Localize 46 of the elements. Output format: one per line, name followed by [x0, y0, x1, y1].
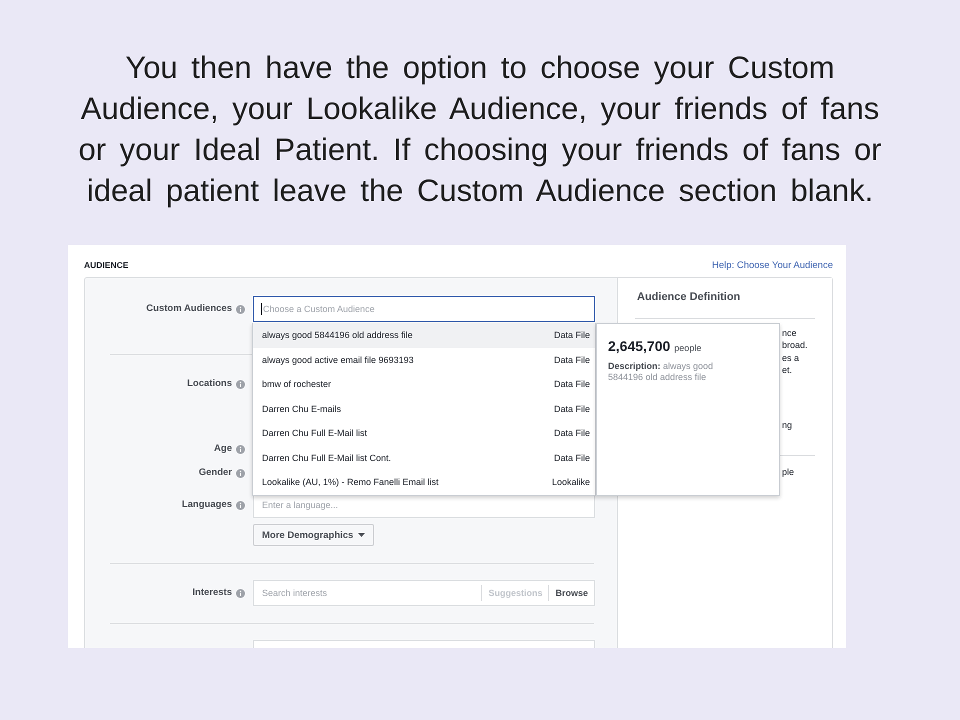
source-type-label: Data File	[554, 428, 590, 438]
field-label: Interests	[192, 586, 232, 600]
info-icon[interactable]	[236, 588, 245, 598]
source-type-label: Data File	[554, 330, 590, 340]
source-type-label: Data File	[554, 354, 590, 365]
source-type-label: Data File	[554, 404, 590, 414]
audience-option[interactable]: always good active email file 9693193 Data File	[253, 348, 595, 372]
source-type-label: Data File	[554, 452, 590, 463]
definition-text: ng	[782, 420, 792, 430]
info-icon[interactable]	[236, 500, 245, 510]
field-label: Locations	[187, 377, 232, 391]
slide-heading: You then have the option to choose your Custom Audience, your Lookalike Audience, your friends of fans or your Ideal Patient. If choosing your friends of fans or ideal patient leave the Custom Audience section blank.	[77, 49, 883, 210]
definition-text: ple	[782, 467, 794, 478]
definition-text: es a	[782, 352, 800, 363]
audience-option[interactable]: Lookalike (AU, 1%) - Remo Fanelli Email list Lookalike	[253, 470, 595, 494]
definition-text: nce	[782, 328, 797, 338]
info-icon[interactable]	[236, 304, 245, 314]
section-title: AUDIENCE	[84, 260, 128, 270]
definition-title: Audience Definition	[637, 291, 740, 303]
info-icon[interactable]	[236, 380, 245, 388]
definition-text: et.	[782, 364, 792, 375]
audience-option[interactable]: Darren Chu Full E-Mail list Data File	[253, 421, 595, 446]
info-icon[interactable]	[236, 468, 245, 478]
field-label: Languages	[182, 498, 232, 512]
interests-field[interactable]: Search interests	[254, 585, 482, 601]
audience-option[interactable]: Darren Chu Full E-Mail list Cont. Data File	[253, 446, 595, 470]
source-type-label: Lookalike	[552, 477, 590, 488]
field-label: Age	[214, 442, 232, 456]
info-icon[interactable]	[236, 444, 245, 454]
field-label: Custom Audiences	[146, 302, 232, 316]
reach-count: 2,645,700	[608, 338, 670, 354]
definition-text: broad.	[782, 340, 808, 350]
audience-option[interactable]: Darren Chu E-mails Data File	[253, 396, 595, 421]
text-field[interactable]	[253, 640, 595, 648]
audience-option[interactable]: bmw of rochester Data File	[253, 372, 595, 396]
more-demographics-button[interactable]: More Demographics	[253, 524, 374, 546]
source-type-label: Data File	[554, 379, 590, 390]
caret-icon	[358, 533, 366, 537]
reach-unit: people	[674, 343, 702, 353]
custom-audience-field[interactable]: Choose a Custom Audience	[253, 296, 595, 322]
text-cursor-icon	[261, 303, 262, 315]
search-action-button[interactable]: Browse	[548, 585, 594, 601]
help-link[interactable]: Help: Choose Your Audience	[712, 260, 833, 270]
audience-option[interactable]: always good 5844196 old address file Data File	[253, 323, 595, 348]
audience-description: Description: always good 5844196 old address file	[608, 361, 714, 383]
field-label: Gender	[198, 466, 232, 480]
